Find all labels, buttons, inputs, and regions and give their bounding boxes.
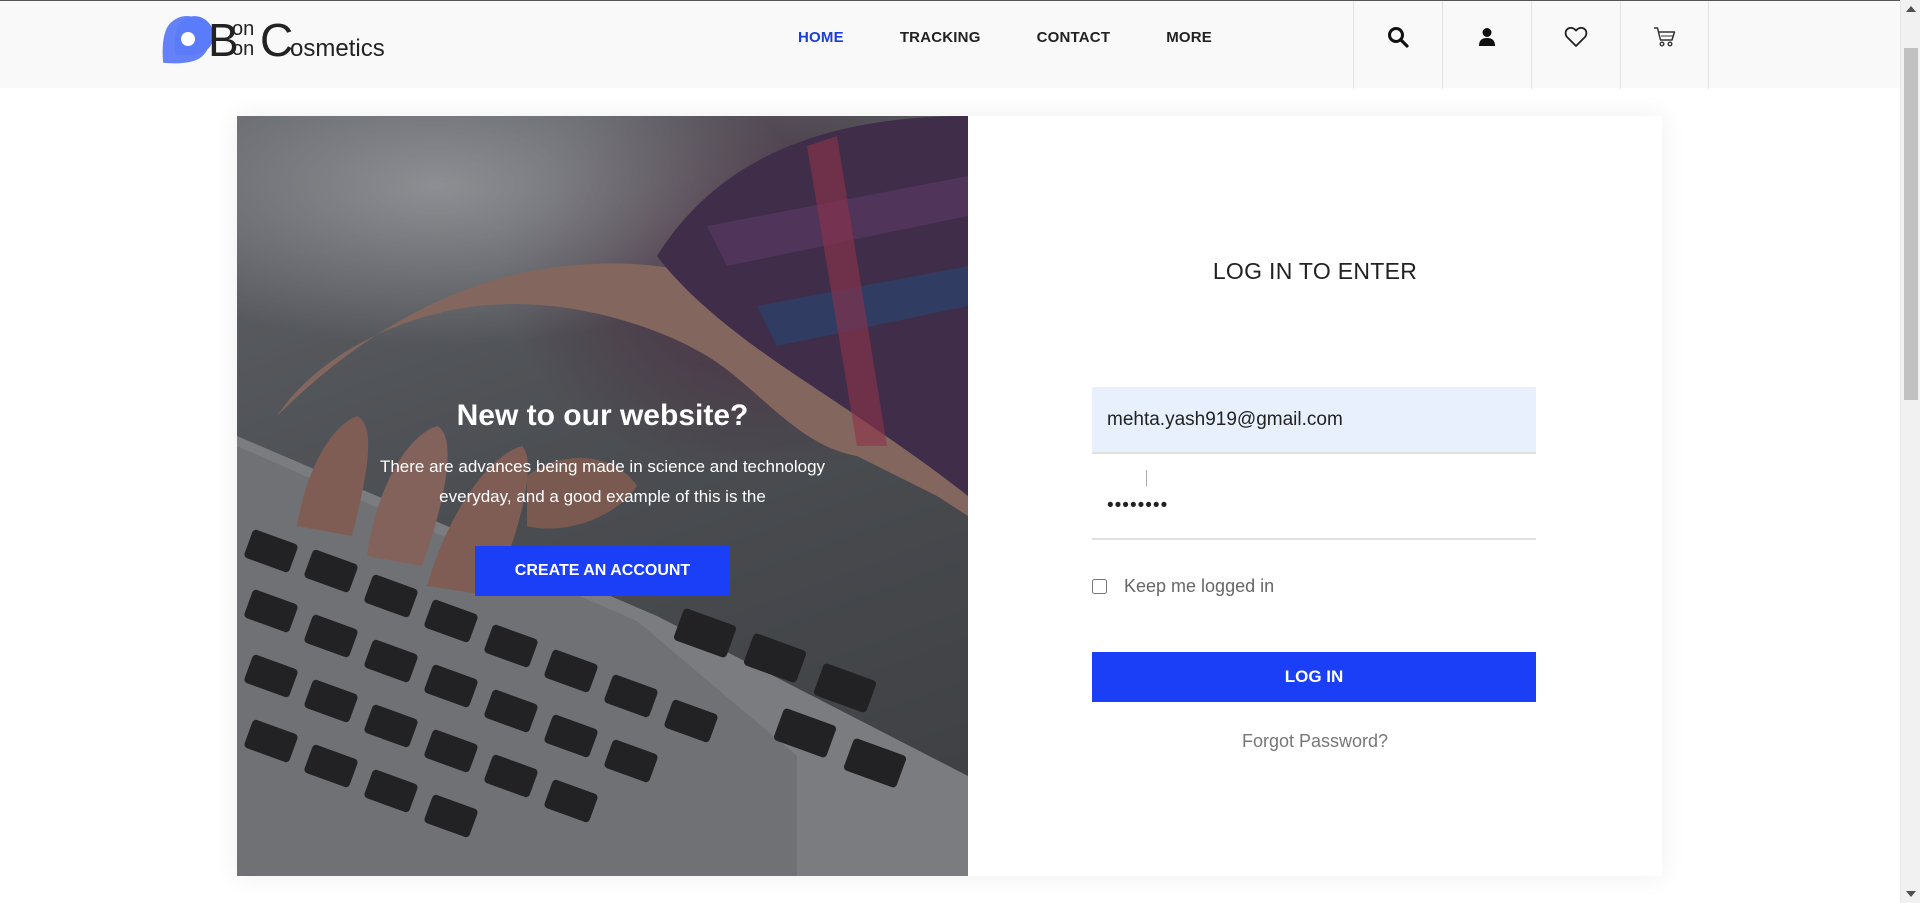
account-button[interactable] [1442, 1, 1531, 89]
scroll-down-arrow-icon[interactable] [1906, 891, 1916, 897]
text-cursor [1146, 470, 1147, 486]
map-pin-logo-icon [150, 9, 216, 73]
nav-home[interactable]: HOME [770, 29, 872, 46]
logo-osmetics: osmetics [290, 35, 385, 62]
logo-on-bottom: on [232, 38, 255, 60]
page-scrollbar[interactable] [1900, 0, 1920, 903]
brand-wordmark: B on on C osmetics [208, 13, 400, 69]
scroll-up-arrow-icon[interactable] [1906, 6, 1916, 12]
logo-letter-c: C [260, 14, 294, 66]
wishlist-button[interactable] [1531, 1, 1620, 89]
password-field[interactable] [1092, 473, 1536, 540]
remember-label: Keep me logged in [1124, 576, 1275, 596]
nav-contact[interactable]: CONTACT [1009, 29, 1139, 46]
remember-me[interactable]: Keep me logged in [1092, 576, 1274, 597]
hero-content: New to our website? There are advances b… [237, 396, 968, 596]
logo-on-top: on [232, 18, 255, 40]
header-actions [1353, 1, 1709, 89]
remember-checkbox[interactable] [1092, 579, 1107, 594]
nav-more[interactable]: MORE [1138, 29, 1240, 46]
nav-tracking[interactable]: TRACKING [872, 29, 1009, 46]
brand-logo[interactable]: B on on C osmetics [150, 9, 400, 73]
signup-hero: New to our website? There are advances b… [237, 116, 968, 876]
forgot-password-link[interactable]: Forgot Password? [968, 731, 1662, 752]
user-icon [1479, 28, 1495, 46]
login-panel: LOG IN TO ENTER Keep me logged in LOG IN… [968, 116, 1662, 876]
login-title: LOG IN TO ENTER [1212, 258, 1418, 284]
search-button[interactable] [1353, 1, 1442, 89]
search-icon [1388, 27, 1409, 48]
hero-description: There are advances being made in science… [379, 457, 826, 506]
hero-title: New to our website? [456, 399, 749, 432]
auth-card: New to our website? There are advances b… [237, 116, 1662, 876]
heart-icon [1564, 26, 1588, 47]
email-field[interactable] [1092, 387, 1536, 454]
scroll-thumb[interactable] [1904, 48, 1918, 400]
cart-icon [1653, 27, 1675, 47]
create-account-button[interactable]: CREATE AN ACCOUNT [475, 546, 730, 596]
site-header: B on on C osmetics HOME TRACKING CONTACT… [0, 0, 1900, 89]
login-button[interactable]: LOG IN [1092, 652, 1536, 702]
main-nav: HOME TRACKING CONTACT MORE [770, 1, 1240, 73]
cart-button[interactable] [1620, 1, 1709, 89]
